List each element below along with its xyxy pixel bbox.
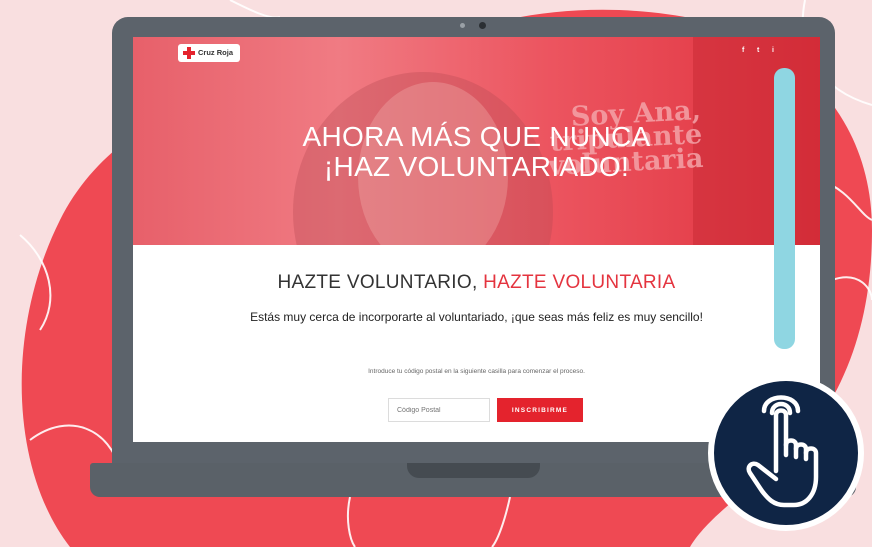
laptop-trackpad-notch bbox=[407, 463, 540, 478]
scrollbar-thumb[interactable] bbox=[774, 68, 795, 349]
hand-pointer-icon bbox=[746, 395, 819, 508]
hero-title-line-1: AHORA MÁS QUE NUNCA bbox=[302, 121, 651, 152]
lead-text: Estás muy cerca de incorporarte al volun… bbox=[250, 310, 703, 324]
hero-title: AHORA MÁS QUE NUNCA ¡HAZ VOLUNTARIADO! bbox=[133, 122, 820, 182]
hero-title-line-2: ¡HAZ VOLUNTARIADO! bbox=[323, 151, 630, 182]
hand-pointer-badge bbox=[708, 375, 864, 531]
logo-text: Cruz Roja bbox=[198, 48, 234, 57]
postal-code-input[interactable] bbox=[388, 398, 490, 422]
instagram-icon[interactable]: i bbox=[772, 47, 774, 54]
heading-part-1: HAZTE VOLUNTARIO, bbox=[277, 272, 484, 293]
camera-indicator bbox=[460, 23, 465, 28]
camera-lens bbox=[479, 22, 486, 29]
postal-hint-text: Introduce tu código postal en la siguien… bbox=[368, 368, 585, 375]
heading-part-2: HAZTE VOLUNTARIA bbox=[483, 272, 676, 293]
red-cross-icon bbox=[183, 47, 195, 59]
section-heading: HAZTE VOLUNTARIO, HAZTE VOLUNTARIA bbox=[133, 272, 820, 294]
cruz-roja-logo[interactable]: Cruz Roja bbox=[178, 44, 240, 62]
twitter-icon[interactable]: t bbox=[757, 47, 759, 54]
facebook-icon[interactable]: f bbox=[742, 47, 744, 54]
hero-banner: Cruz Roja f t i Soy Ana, tripulante volu… bbox=[133, 37, 820, 245]
inscribirme-button[interactable]: INSCRIBIRME bbox=[497, 398, 583, 422]
